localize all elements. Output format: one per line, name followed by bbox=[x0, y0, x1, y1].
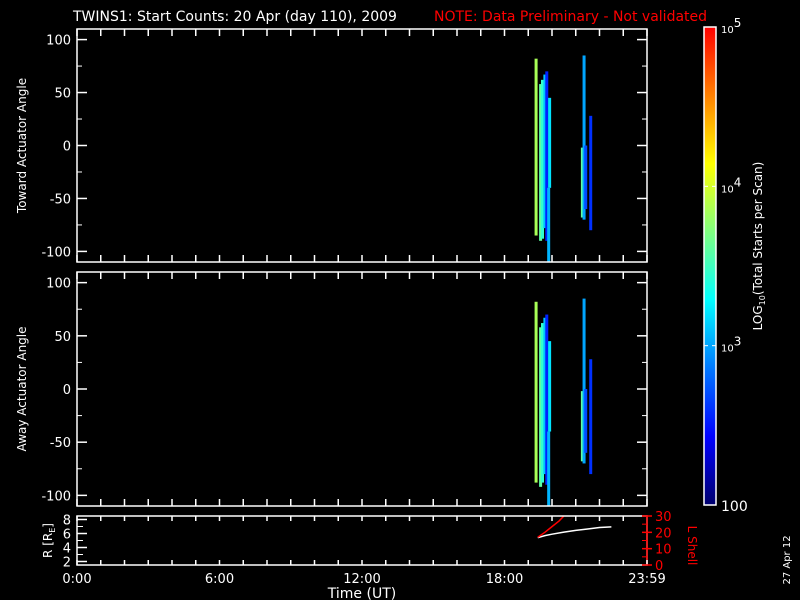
y-axis-label: Away Actuator Angle bbox=[15, 326, 29, 451]
l-shell-axis-label: L Shell bbox=[685, 526, 699, 566]
colorbar-tick-label: 100 bbox=[721, 499, 748, 515]
y-tick-label: 0 bbox=[63, 383, 71, 398]
data-stripe bbox=[589, 359, 593, 475]
y-tick-label: -50 bbox=[50, 436, 71, 451]
data-stripe bbox=[548, 341, 552, 432]
y-axis-label: Toward Actuator Angle bbox=[15, 78, 29, 214]
y-tick-label: 50 bbox=[54, 87, 71, 102]
y-tick-label: 100 bbox=[46, 34, 71, 49]
x-tick-label: 23:59 bbox=[628, 572, 665, 587]
colorbar-label: LOG10(Total Starts per Scan) bbox=[751, 162, 767, 331]
l-shell-tick-label: 20 bbox=[655, 526, 672, 541]
y-tick-label: -100 bbox=[41, 245, 71, 260]
twins-start-counts-plot: TWINS1: Start Counts: 20 Apr (day 110), … bbox=[15, 9, 793, 600]
y-tick-label: 100 bbox=[46, 277, 71, 292]
data-stripe bbox=[534, 58, 538, 236]
colorbar-tick-label: 104 bbox=[721, 175, 741, 195]
angle-panel-1: 100 50 0 -50 -100 Toward Actuator Angle bbox=[15, 28, 648, 263]
data-stripe bbox=[547, 431, 551, 506]
r-tick-label: 6 bbox=[63, 528, 71, 543]
r-axis-label-end: ] bbox=[41, 523, 55, 528]
orbit-panel: 86423020100R [RE]L Shell0:00 6:00 12:00 18:… bbox=[41, 510, 699, 587]
colorbar-tick-exponent: 5 bbox=[734, 16, 742, 30]
x-axis-label: Time (UT) bbox=[327, 586, 396, 600]
l-shell-tick-label: 10 bbox=[655, 543, 672, 558]
r-tick-label: 8 bbox=[63, 514, 71, 529]
colorbar-label-rest: (Total Starts per Scan) bbox=[751, 162, 765, 296]
y-tick-label: -100 bbox=[41, 489, 71, 504]
colorbar-tick-exponent: 3 bbox=[734, 335, 742, 349]
data-stripe bbox=[547, 187, 551, 262]
angle-panel-2: 100 50 0 -50 -100 Away Actuator Angle bbox=[15, 271, 648, 507]
colorbar-label-subscript: 10 bbox=[758, 295, 767, 305]
x-tick-label: 0:00 bbox=[62, 572, 91, 587]
orbit-panel-frame bbox=[76, 515, 648, 566]
colorbar-tick-exponent: 4 bbox=[734, 175, 742, 189]
data-stripe bbox=[589, 115, 593, 231]
data-stripe bbox=[584, 145, 588, 210]
preliminary-note: NOTE: Data Preliminary - Not validated bbox=[434, 9, 707, 25]
colorbar-scale bbox=[703, 26, 717, 506]
plot-title: TWINS1: Start Counts: 20 Apr (day 110), … bbox=[72, 9, 397, 25]
colorbar-tick-label: 103 bbox=[721, 335, 741, 355]
r-tick-label: 2 bbox=[63, 556, 71, 571]
x-tick-label: 18:00 bbox=[486, 572, 523, 587]
y-tick-label: 50 bbox=[54, 330, 71, 345]
data-stripe bbox=[548, 97, 552, 188]
date-stamp: 27 Apr 12 bbox=[782, 535, 793, 584]
angle-panel-frame bbox=[76, 271, 648, 507]
x-tick-label: 12:00 bbox=[343, 572, 380, 587]
y-tick-label: -50 bbox=[50, 192, 71, 207]
r-tick-label: 4 bbox=[63, 542, 71, 557]
y-tick-label: 0 bbox=[63, 140, 71, 155]
l-shell-tick-label: 30 bbox=[655, 510, 672, 525]
angle-panel-frame bbox=[76, 28, 648, 263]
r-axis-label: R [RE] bbox=[41, 523, 57, 558]
colorbar-tick-label: 105 bbox=[721, 16, 741, 36]
x-tick-label: 6:00 bbox=[205, 572, 234, 587]
data-stripe bbox=[584, 389, 588, 453]
colorbar: 105104103100LOG10(Total Starts per Scan) bbox=[703, 16, 767, 515]
data-stripe bbox=[534, 301, 538, 483]
